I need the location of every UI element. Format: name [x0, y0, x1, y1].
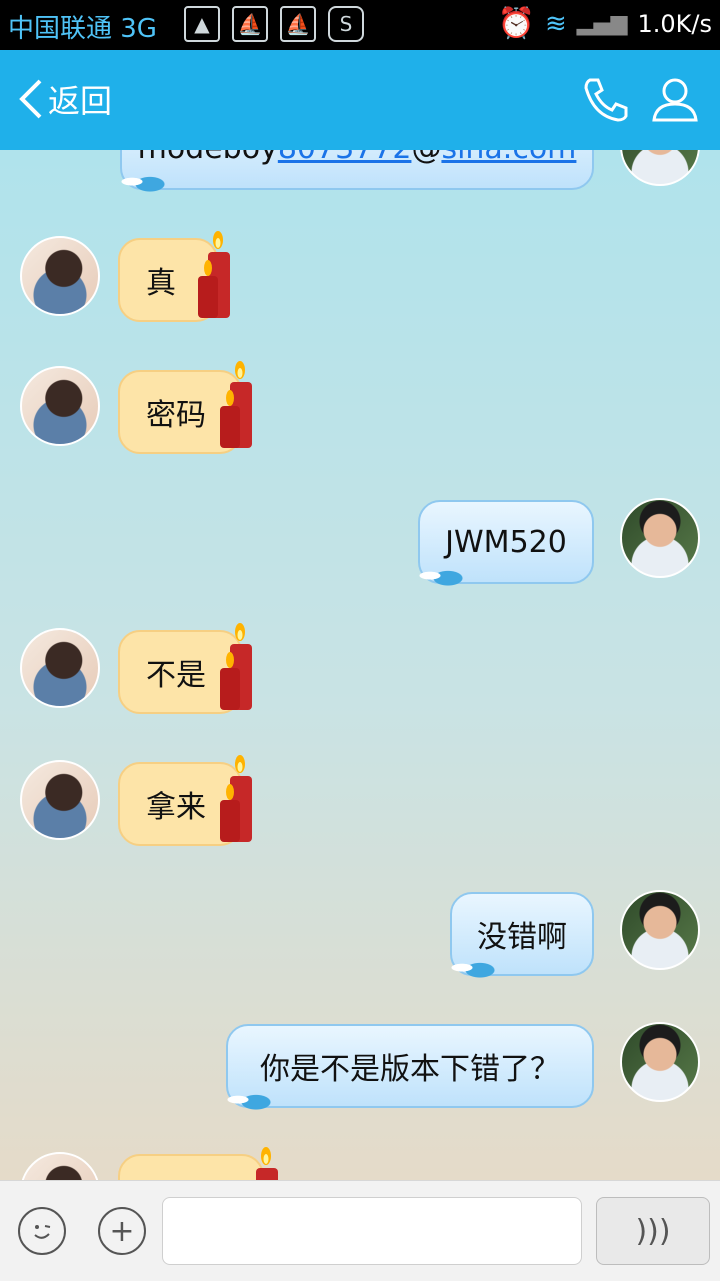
candle-icon	[220, 755, 252, 842]
network-speed: 1.0K/s	[637, 9, 713, 38]
wave-decoration	[114, 166, 174, 192]
message-text: 密码	[146, 398, 206, 433]
email-link[interactable]: 8073772	[278, 150, 412, 166]
message-bubble-incoming[interactable]	[118, 1154, 264, 1180]
message-input[interactable]	[162, 1197, 582, 1265]
message-bubble-outgoing[interactable]: modeboy8073772@sina.com	[114, 150, 594, 192]
back-button[interactable]: 返回	[18, 76, 112, 122]
candle-icon	[256, 1147, 278, 1180]
status-bar: 中国联通 3G ▲ ⛵ ⛵ S ⏰ ≋ ▂▄▆ 1.0K/s	[0, 0, 720, 50]
email-link[interactable]: sina.com	[441, 150, 576, 166]
avatar-contact[interactable]	[20, 366, 100, 446]
phone-icon[interactable]	[580, 74, 630, 124]
sailboat-icon: ⛵	[232, 6, 268, 42]
wifi-icon: ≋	[544, 8, 567, 39]
candle-icon	[198, 231, 230, 318]
candle-icon	[220, 623, 252, 710]
plus-icon: +	[109, 1213, 135, 1249]
message-text: 拿来	[146, 790, 206, 825]
wave-decoration	[412, 560, 472, 586]
wave-decoration	[444, 952, 504, 978]
plus-button[interactable]: +	[98, 1207, 146, 1255]
message-bubble-outgoing[interactable]: 没错啊	[444, 892, 594, 978]
message-bubble-outgoing[interactable]: JWM520	[412, 500, 594, 586]
message-text: 真	[146, 266, 176, 301]
shield-s-icon: S	[328, 6, 364, 42]
message-text: 没错啊	[477, 920, 567, 955]
message-text: JWM520	[445, 524, 567, 560]
voice-button[interactable]: )))	[596, 1197, 710, 1265]
signal-icon: ▂▄▆	[576, 11, 628, 36]
carrier-label: 中国联通 3G	[8, 14, 157, 44]
avatar-self[interactable]	[620, 498, 700, 578]
chevron-left-icon	[19, 79, 42, 119]
wave-decoration	[220, 1084, 280, 1110]
avatar-contact[interactable]	[20, 1152, 100, 1180]
candle-icon	[220, 361, 252, 448]
message-text: 不是	[146, 658, 206, 693]
emoji-icon	[34, 1225, 51, 1239]
message-bubble-outgoing[interactable]: 你是不是版本下错了？	[220, 1024, 594, 1110]
avatar-contact[interactable]	[20, 760, 100, 840]
avatar-contact[interactable]	[20, 236, 100, 316]
sailboat-icon: ⛵	[280, 6, 316, 42]
avatar-self[interactable]	[620, 1022, 700, 1102]
emoji-button[interactable]	[18, 1207, 66, 1255]
message-text: 你是不是版本下错了？	[260, 1052, 560, 1087]
image-icon: ▲	[184, 6, 220, 42]
message-text: modeboy8073772@sina.com	[138, 150, 577, 166]
avatar-self[interactable]	[620, 150, 700, 186]
back-label: 返回	[48, 82, 113, 120]
input-bar: + )))	[0, 1180, 720, 1281]
voice-icon: )))	[635, 1213, 671, 1249]
chat-area[interactable]: modeboy8073772@sina.com 真 密码 JWM520 不是	[0, 150, 720, 1180]
avatar-contact[interactable]	[20, 628, 100, 708]
alarm-icon: ⏰	[497, 6, 535, 41]
avatar-self[interactable]	[620, 890, 700, 970]
chat-header: 返回	[0, 50, 720, 150]
profile-icon[interactable]	[650, 74, 700, 124]
